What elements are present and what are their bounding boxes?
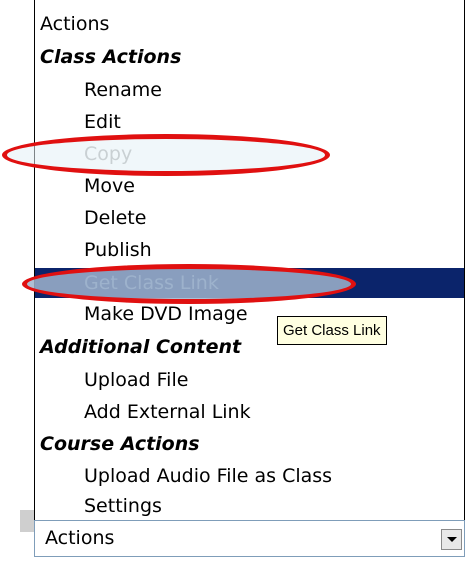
menu-item-publish[interactable]: Publish — [35, 236, 464, 264]
menu-item-label: Upload Audio File as Class — [84, 465, 333, 487]
menu-item-rename[interactable]: Rename — [35, 76, 464, 104]
menu-item-move[interactable]: Move — [35, 172, 464, 200]
menu-item-label: Copy — [84, 143, 133, 165]
menu-item-label: Rename — [84, 79, 162, 101]
group-additional-content: Additional Content — [35, 333, 464, 361]
menu-item-label: Publish — [84, 239, 152, 261]
background-strip — [20, 510, 34, 532]
menu-item-label: Edit — [84, 111, 121, 133]
tooltip: Get Class Link — [277, 316, 387, 345]
menu-item-make-dvd-image[interactable]: Make DVD Image — [35, 300, 464, 328]
menu-item-label: Add External Link — [84, 401, 251, 423]
group-class-actions: Class Actions — [35, 43, 464, 71]
menu-item-get-class-link[interactable]: Get Class Link — [35, 268, 464, 298]
menu-item-label: Settings — [84, 495, 162, 517]
menu-item-delete[interactable]: Delete — [35, 204, 464, 232]
menu-item-label: Make DVD Image — [84, 303, 248, 325]
group-label: Course Actions — [40, 433, 200, 455]
menu-item-edit[interactable]: Edit — [35, 108, 464, 136]
chevron-down-icon[interactable] — [441, 529, 462, 550]
menu-item-label: Get Class Link — [84, 272, 219, 294]
menu-item-upload-file[interactable]: Upload File — [35, 366, 464, 394]
select-value: Actions — [45, 527, 115, 549]
menu-option-label: Actions — [40, 13, 110, 35]
menu-item-copy: Copy — [35, 140, 464, 168]
menu-item-settings[interactable]: Settings — [35, 492, 464, 520]
menu-option-actions[interactable]: Actions — [35, 10, 464, 38]
menu-item-label: Upload File — [84, 369, 189, 391]
actions-select[interactable]: Actions — [34, 520, 465, 557]
menu-item-label: Delete — [84, 207, 147, 229]
menu-item-label: Move — [84, 175, 135, 197]
actions-dropdown-list[interactable]: Actions Class Actions Rename Edit Copy M… — [34, 0, 465, 520]
group-label: Class Actions — [40, 46, 182, 68]
group-course-actions: Course Actions — [35, 430, 464, 458]
group-label: Additional Content — [40, 336, 242, 358]
menu-item-upload-audio-file-as-class[interactable]: Upload Audio File as Class — [35, 462, 464, 490]
menu-item-add-external-link[interactable]: Add External Link — [35, 398, 464, 426]
